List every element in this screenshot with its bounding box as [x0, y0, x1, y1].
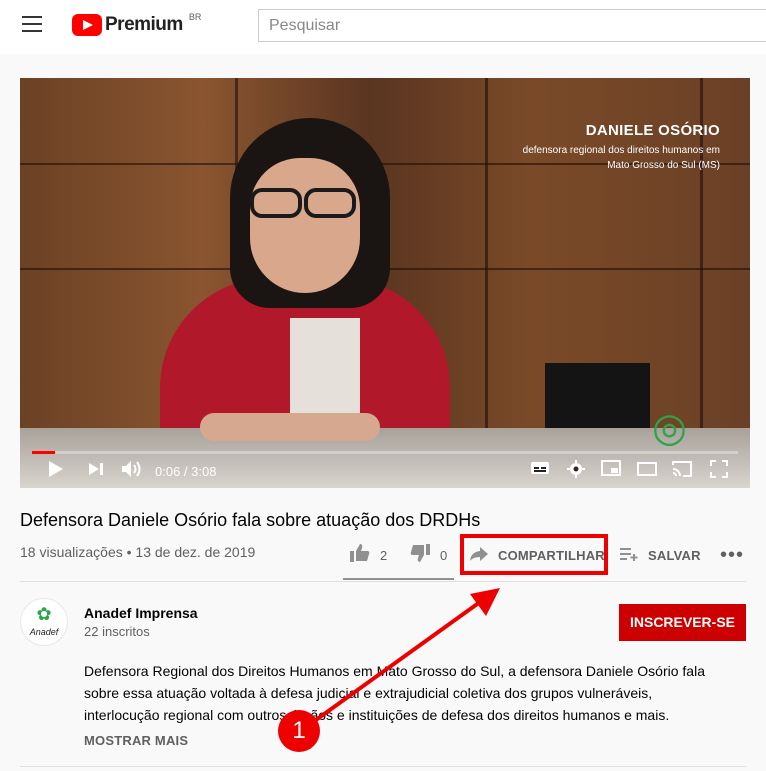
video-metadata: 18 visualizações • 13 de dez. de 2019	[20, 544, 256, 560]
caption-name: DANIELE OSÓRIO	[585, 122, 720, 139]
subscriber-count: 22 inscritos	[84, 624, 150, 639]
progress-bar[interactable]	[32, 451, 738, 454]
youtube-play-icon	[72, 14, 102, 36]
avatar-label: Anadef	[29, 627, 59, 637]
like-ratio-bar	[343, 578, 454, 580]
more-actions-icon[interactable]: •••	[720, 544, 744, 567]
subscribe-button[interactable]: INSCREVER-SE	[619, 604, 746, 641]
settings-gear-icon[interactable]	[565, 460, 587, 484]
save-button[interactable]: SALVAR	[620, 538, 701, 572]
time-display: 0:06 / 3:08	[155, 464, 217, 479]
channel-avatar[interactable]: ✿ Anadef	[20, 598, 68, 646]
person-hands	[200, 413, 380, 441]
video-caption: DANIELE OSÓRIO defensora regional dos di…	[523, 122, 720, 173]
share-highlight-box	[460, 534, 608, 575]
volume-icon[interactable]	[120, 460, 144, 484]
thumbs-up-icon	[350, 543, 370, 567]
video-description: Defensora Regional dos Direitos Humanos …	[84, 660, 724, 726]
glasses	[242, 188, 362, 218]
menu-icon[interactable]	[22, 16, 42, 32]
player-controls: 0:06 / 3:08	[20, 456, 750, 488]
dislike-button[interactable]: 0	[410, 538, 447, 572]
video-title: Defensora Daniele Osório fala sobre atua…	[20, 510, 481, 530]
top-bar: Premium BR Pesquisar	[0, 0, 766, 54]
fullscreen-icon[interactable]	[708, 460, 730, 484]
search-input[interactable]: Pesquisar	[258, 9, 766, 42]
brazil-map-icon: ✿	[36, 604, 52, 624]
theater-mode-icon[interactable]	[636, 460, 658, 484]
save-label: SALVAR	[648, 547, 701, 563]
caption-role-line-1: defensora regional dos direitos humanos …	[522, 145, 720, 156]
annotation-badge: 1	[278, 710, 320, 752]
person-face	[250, 158, 360, 293]
logo-region: BR	[188, 12, 202, 22]
divider	[20, 766, 746, 767]
thumbs-down-icon	[410, 543, 430, 567]
subtitles-icon[interactable]	[528, 460, 552, 484]
cast-icon[interactable]	[670, 460, 694, 484]
youtube-premium-logo[interactable]: Premium BR	[72, 12, 202, 36]
play-icon[interactable]	[46, 460, 66, 484]
progress-bar-fill	[32, 451, 55, 454]
description-line: Defensora Regional dos Direitos Humanos …	[84, 663, 705, 679]
show-more-button[interactable]: MOSTRAR MAIS	[84, 733, 188, 748]
miniplayer-icon[interactable]	[600, 460, 622, 484]
description-line: interlocução regional com outros órgãos …	[84, 707, 670, 723]
description-line: sobre essa atuação voltada à defesa judi…	[84, 685, 653, 701]
like-button[interactable]: 2	[350, 538, 387, 572]
like-count: 2	[380, 547, 388, 563]
add-to-playlist-icon	[620, 545, 638, 566]
logo-text: Premium	[105, 14, 183, 35]
divider	[20, 581, 746, 582]
caption-role-line-2: Mato Grosso do Sul (MS)	[607, 160, 720, 171]
channel-name[interactable]: Anadef Imprensa	[84, 605, 198, 621]
next-icon[interactable]	[86, 460, 106, 484]
dislike-count: 0	[440, 547, 448, 563]
video-player[interactable]: ◎ DANIELE OSÓRIO defensora regional dos …	[20, 78, 750, 488]
fingerprint-logo-icon: ◎	[652, 406, 687, 450]
